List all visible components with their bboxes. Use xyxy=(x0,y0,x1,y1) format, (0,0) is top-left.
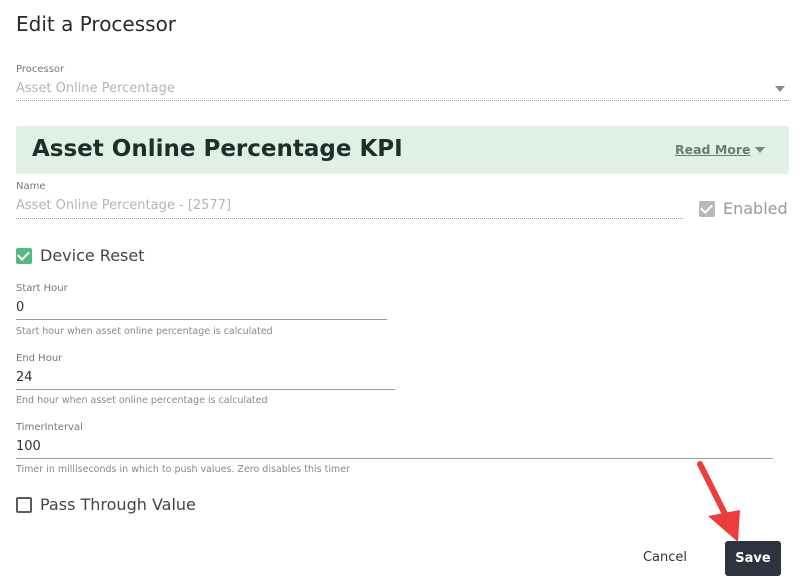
device-reset-label: Device Reset xyxy=(40,246,145,265)
name-field[interactable]: Asset Online Percentage - [2577] xyxy=(16,198,231,213)
banner-title: Asset Online Percentage KPI xyxy=(32,136,403,162)
annotation-arrow-icon xyxy=(697,461,740,542)
dialog-title: Edit a Processor xyxy=(16,12,177,36)
timer-interval-label: TimerInterval xyxy=(16,422,83,433)
processor-label: Processor xyxy=(16,64,65,75)
expand-chevron-icon[interactable] xyxy=(755,147,765,153)
end-hour-label: End Hour xyxy=(16,353,63,364)
read-more-link[interactable]: Read More xyxy=(675,142,751,157)
enabled-label: Enabled xyxy=(723,199,788,218)
start-hour-input[interactable]: 0 xyxy=(16,300,24,315)
name-underline xyxy=(16,218,683,219)
end-hour-input[interactable]: 24 xyxy=(16,370,33,385)
pass-through-label: Pass Through Value xyxy=(40,495,196,514)
end-hour-underline xyxy=(16,389,395,390)
start-hour-label: Start Hour xyxy=(16,283,68,294)
processor-select[interactable]: Asset Online Percentage xyxy=(16,81,175,96)
start-hour-hint: Start hour when asset online percentage … xyxy=(16,326,273,337)
start-hour-underline xyxy=(16,319,387,320)
processor-info-banner: Asset Online Percentage KPI Read More xyxy=(16,126,789,174)
cancel-button[interactable]: Cancel xyxy=(628,542,702,574)
check-icon xyxy=(700,201,713,214)
enabled-checkbox[interactable] xyxy=(699,201,715,217)
chevron-down-icon[interactable] xyxy=(775,86,785,92)
pass-through-checkbox[interactable] xyxy=(16,497,32,513)
timer-interval-underline xyxy=(16,458,773,459)
timer-interval-input[interactable]: 100 xyxy=(16,439,41,454)
processor-underline xyxy=(16,100,789,101)
timer-interval-hint: Timer in milliseconds in which to push v… xyxy=(16,464,350,475)
end-hour-hint: End hour when asset online percentage is… xyxy=(16,395,268,406)
save-button[interactable]: Save xyxy=(725,541,781,576)
device-reset-checkbox[interactable] xyxy=(16,248,32,264)
name-label: Name xyxy=(16,181,46,192)
check-icon xyxy=(17,248,30,261)
